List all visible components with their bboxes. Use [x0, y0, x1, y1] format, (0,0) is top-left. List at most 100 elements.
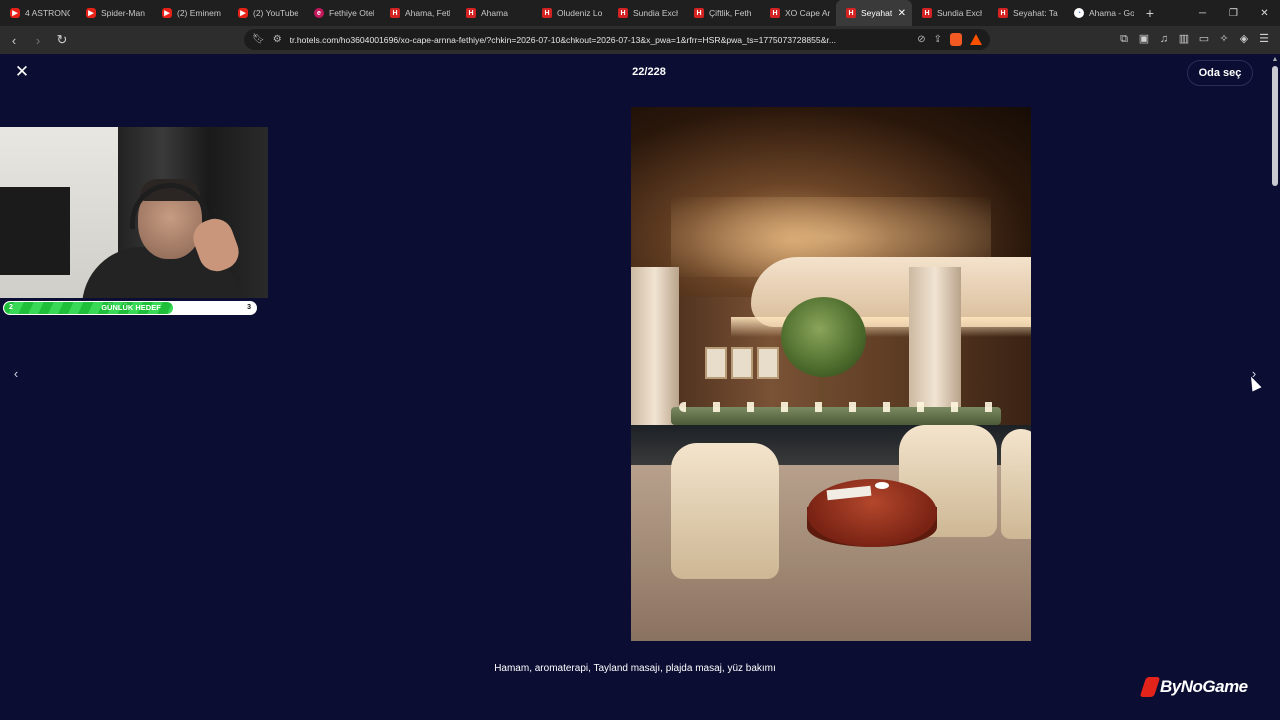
browser-tab-title: XO Cape Ar: [785, 8, 830, 18]
hotels-icon: H: [846, 8, 856, 18]
wallet-icon[interactable]: ▭: [1198, 33, 1210, 45]
close-tab-icon[interactable]: ✕: [898, 8, 906, 19]
browser-toolbar: ‹ › ↻ 🔖︎ ⚙︎ tr.hotels.com/ho3604001696/x…: [0, 26, 1280, 54]
photo-cup: [875, 482, 889, 489]
select-room-button[interactable]: Oda seç: [1187, 60, 1253, 86]
browser-tab[interactable]: H Ahama: [456, 0, 532, 26]
photo-wall-art: [731, 347, 753, 379]
browser-tab[interactable]: H Seyahat ✕: [836, 0, 912, 26]
browser-tab-title: 4 ASTRONO: [25, 8, 70, 18]
hotels-icon: H: [466, 8, 476, 18]
fe-icon: e: [314, 8, 324, 18]
browser-tab[interactable]: H Çiftlik, Feth: [684, 0, 760, 26]
gallery-photo: [631, 107, 1031, 641]
browser-tab[interactable]: e Fethiye Otel: [304, 0, 380, 26]
browser-tab[interactable]: ▶ 4 ASTRONO: [0, 0, 76, 26]
browser-tab-title: Ahama, Feth: [405, 8, 450, 18]
browser-tab[interactable]: ▶ (2) Eminem: [152, 0, 228, 26]
bynogame-logo: ByNoGame: [1139, 676, 1248, 698]
window-controls: ─ ❐ ✕: [1187, 8, 1280, 19]
browser-tab-title: Spider-Man: [101, 8, 145, 18]
restore-icon[interactable]: ❐: [1218, 8, 1249, 19]
brave-shields-icon[interactable]: [950, 33, 962, 46]
bynogame-wordmark: ByNoGame: [1160, 677, 1248, 696]
daily-goal-bar: GÜNLÜK HEDEF 2 3: [3, 301, 257, 315]
menu-icon[interactable]: ☰: [1258, 33, 1270, 45]
minimize-icon[interactable]: ─: [1187, 8, 1218, 19]
hotels-icon: H: [542, 8, 552, 18]
browser-tab-title: Çiftlik, Feth: [709, 8, 752, 18]
hotels-icon: H: [618, 8, 628, 18]
hotels-icon: H: [770, 8, 780, 18]
new-tab-button[interactable]: +: [1140, 5, 1160, 21]
youtube-icon: ▶: [86, 8, 96, 18]
photo-caption: Hamam, aromaterapi, Tayland masajı, plaj…: [494, 663, 776, 674]
browser-tab-title: Ahama - Go: [1089, 8, 1134, 18]
browser-tab[interactable]: H Seyahat: Tat: [988, 0, 1064, 26]
hotels-icon: H: [998, 8, 1008, 18]
browser-tab[interactable]: H Sundia Exch: [912, 0, 988, 26]
photo-tree: [781, 297, 866, 377]
webcam-tv: [0, 187, 70, 275]
daily-goal-current: 2: [9, 304, 13, 311]
reload-icon[interactable]: ↻: [52, 32, 72, 48]
browser-tab-title: Seyahat: [861, 8, 893, 18]
hotels-icon: H: [390, 8, 400, 18]
photo-lights: [679, 402, 999, 412]
browser-tab[interactable]: H Sundia Exch: [608, 0, 684, 26]
photo-wall-art: [705, 347, 727, 379]
browser-tab-title: Sundia Exch: [937, 8, 982, 18]
scrollbar-thumb[interactable]: [1272, 66, 1278, 186]
youtube-icon: ▶: [10, 8, 20, 18]
address-bar[interactable]: 🔖︎ ⚙︎ tr.hotels.com/ho3604001696/xo-cape…: [244, 29, 990, 50]
browser-tab[interactable]: H Oludeniz Lo: [532, 0, 608, 26]
music-icon[interactable]: ♫: [1158, 33, 1170, 45]
photo-table: [807, 479, 937, 547]
vpn-icon[interactable]: ◈: [1238, 33, 1250, 45]
daily-goal-label: GÜNLÜK HEDEF: [101, 303, 161, 312]
back-icon[interactable]: ‹: [4, 33, 24, 48]
extensions-icon[interactable]: ⧉: [1118, 33, 1130, 45]
browser-tab-title: Sundia Exch: [633, 8, 678, 18]
browser-tab-title: Seyahat: Tat: [1013, 8, 1058, 18]
photo-wall-art: [757, 347, 779, 379]
google-icon: ◔: [1074, 8, 1084, 18]
bookmark-icon[interactable]: 🔖︎: [252, 34, 265, 45]
photo-armchair: [1001, 429, 1031, 539]
page-scrollbar[interactable]: [1270, 54, 1280, 720]
browser-tab-title: Ahama: [481, 8, 508, 18]
browser-tab[interactable]: H Ahama, Feth: [380, 0, 456, 26]
photo-soffit-glow: [731, 317, 1031, 337]
hotels-icon: H: [922, 8, 932, 18]
youtube-icon: ▶: [238, 8, 248, 18]
browser-tab-title: Oludeniz Lo: [557, 8, 602, 18]
bynogame-mark-icon: [1139, 677, 1161, 697]
webcam-overlay: [0, 127, 268, 298]
tab-list: ▶ 4 ASTRONO ▶ Spider-Man ▶ (2) Eminem ▶ (2) You…: [0, 0, 1140, 26]
browser-tab[interactable]: ▶ (2) YouTube: [228, 0, 304, 26]
youtube-icon: ▶: [162, 8, 172, 18]
scroll-up-icon[interactable]: ▲: [1271, 56, 1279, 63]
hotels-icon: H: [694, 8, 704, 18]
browser-tab-title: (2) YouTube: [253, 8, 298, 18]
daily-goal-target: 3: [247, 304, 251, 311]
forward-icon[interactable]: ›: [28, 33, 48, 48]
reader-mode-icon[interactable]: ⊘: [917, 34, 925, 45]
share-icon[interactable]: ⇪: [934, 34, 942, 45]
browser-tab[interactable]: H XO Cape Ar: [760, 0, 836, 26]
close-window-icon[interactable]: ✕: [1249, 8, 1280, 19]
leo-ai-icon[interactable]: ✧: [1218, 33, 1230, 45]
previous-photo-icon[interactable]: ‹: [8, 366, 24, 382]
close-gallery-icon[interactable]: ✕: [12, 62, 32, 82]
photo-counter: 22/228: [632, 66, 666, 78]
browser-tab[interactable]: ◔ Ahama - Go: [1064, 0, 1140, 26]
extension-icons: ⧉ ▣ ♫ ▥ ▭ ✧ ◈ ☰: [1118, 33, 1270, 45]
browser-tab-title: (2) Eminem: [177, 8, 221, 18]
browser-tab-strip: ▶ 4 ASTRONO ▶ Spider-Man ▶ (2) Eminem ▶ (2) You…: [0, 0, 1280, 26]
url-text[interactable]: tr.hotels.com/ho3604001696/xo-cape-arnna…: [290, 35, 910, 45]
screenshot-icon[interactable]: ▣: [1138, 33, 1150, 45]
browser-tab[interactable]: ▶ Spider-Man: [76, 0, 152, 26]
sidebar-icon[interactable]: ▥: [1178, 33, 1190, 45]
site-info-icon[interactable]: ⚙︎: [273, 34, 282, 45]
brave-rewards-icon[interactable]: [970, 34, 982, 45]
